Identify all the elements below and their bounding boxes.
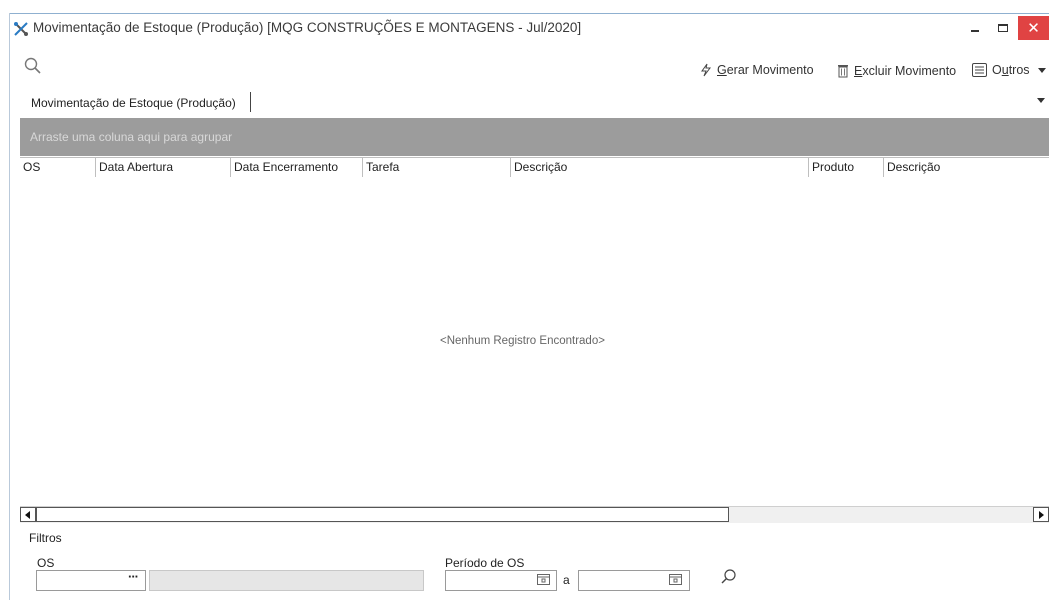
tab-separator xyxy=(250,92,251,112)
close-button[interactable]: ✕ xyxy=(1018,16,1049,40)
os-browse-button[interactable]: ··· xyxy=(128,569,139,584)
maximize-button[interactable] xyxy=(990,16,1016,40)
grid-header: OS Data Abertura Data Encerramento Taref… xyxy=(20,157,1049,178)
filters-section-label: Filtros xyxy=(29,531,62,545)
column-header-data-abertura[interactable]: Data Abertura xyxy=(95,158,230,177)
column-header-os[interactable]: OS xyxy=(20,158,95,177)
close-icon: ✕ xyxy=(1027,20,1040,37)
maximize-icon xyxy=(998,24,1008,32)
periodo-filter-label: Período de OS xyxy=(445,556,525,570)
outros-label: Outros xyxy=(992,63,1030,77)
column-header-produto[interactable]: Produto xyxy=(808,158,883,177)
empty-message: <Nenhum Registro Encontrado> xyxy=(440,335,605,347)
filter-search-icon[interactable] xyxy=(718,566,740,588)
trash-icon xyxy=(838,65,848,78)
minimize-button[interactable] xyxy=(962,16,988,40)
tab-movimentacao[interactable]: Movimentação de Estoque (Produção) xyxy=(31,96,236,110)
date-range-separator: a xyxy=(563,573,570,587)
arrow-left-icon xyxy=(25,511,30,519)
group-by-hint: Arraste uma coluna aqui para agrupar xyxy=(30,130,233,144)
app-icon xyxy=(14,22,28,36)
outros-menu-button[interactable]: Outros xyxy=(972,63,1046,77)
column-header-tarefa[interactable]: Tarefa xyxy=(362,158,510,177)
minimize-icon xyxy=(971,30,979,32)
window-frame-left xyxy=(9,13,10,600)
os-description-field xyxy=(149,570,424,591)
list-icon xyxy=(972,63,987,77)
top-strip xyxy=(0,0,1049,13)
excluir-movimento-label: Excluir Movimento xyxy=(854,63,957,78)
chevron-down-icon xyxy=(1037,67,1046,73)
column-header-descricao-produto[interactable]: Descrição xyxy=(883,158,1049,177)
column-header-data-encerramento[interactable]: Data Encerramento xyxy=(230,158,362,177)
scroll-left-button[interactable] xyxy=(20,507,36,522)
gerar-movimento-label: Gerar Movimento xyxy=(717,63,814,77)
os-filter-label: OS xyxy=(37,556,55,570)
lightning-icon xyxy=(701,63,711,77)
tab-dropdown-icon[interactable] xyxy=(1037,98,1045,103)
search-icon[interactable] xyxy=(22,55,44,77)
scroll-right-button[interactable] xyxy=(1033,507,1049,522)
excluir-movimento-button[interactable]: Excluir Movimento xyxy=(837,63,956,78)
scrollbar-thumb[interactable] xyxy=(36,507,729,522)
calendar-icon[interactable] xyxy=(669,573,682,585)
arrow-right-icon xyxy=(1039,511,1044,519)
calendar-icon[interactable] xyxy=(537,573,550,585)
gerar-movimento-button[interactable]: Gerar Movimento xyxy=(700,63,814,77)
column-header-descricao[interactable]: Descrição xyxy=(510,158,808,177)
window-title: Movimentação de Estoque (Produção) [MQG … xyxy=(33,20,582,35)
